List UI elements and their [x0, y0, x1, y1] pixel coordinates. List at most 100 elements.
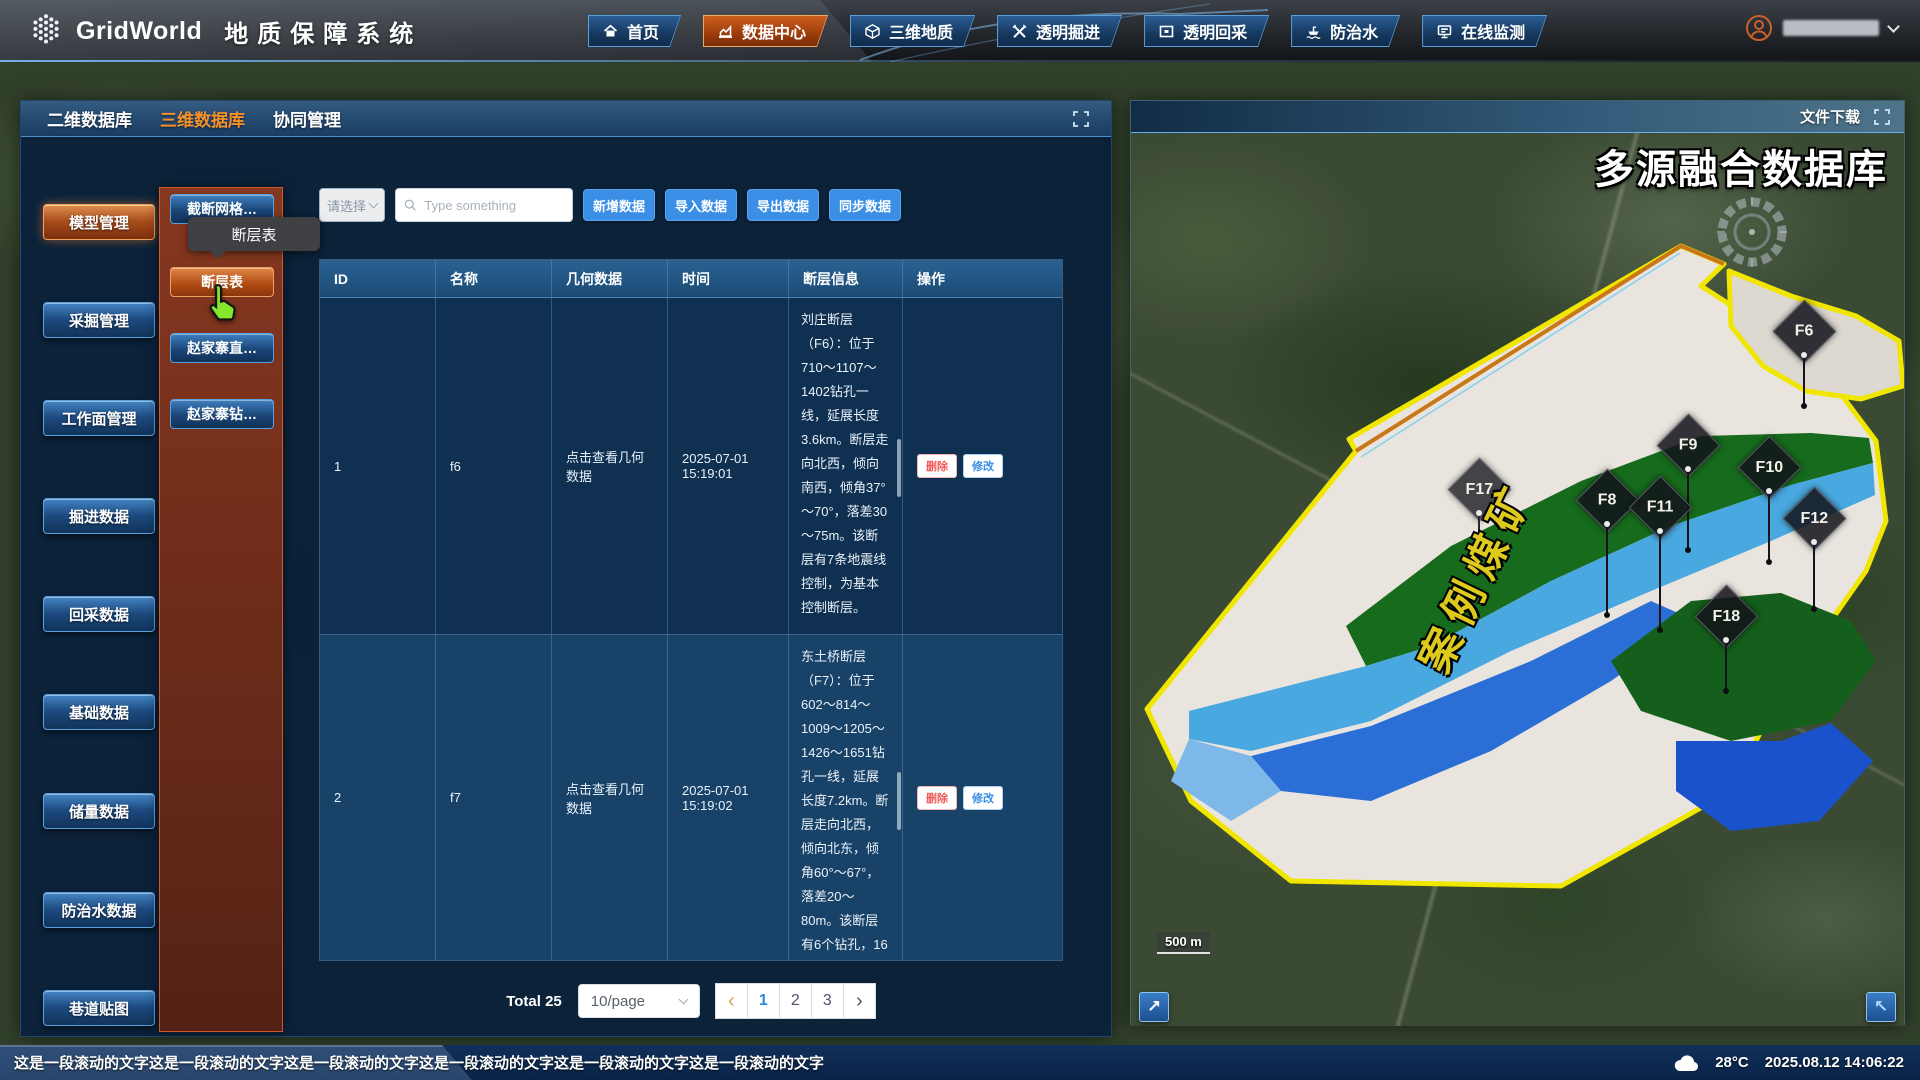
map-header: 文件下载: [1131, 101, 1904, 133]
user-avatar-icon[interactable]: [1745, 14, 1773, 42]
table-toolbar: 请选择 新增数据 导入数据 导出数据 同步数据: [319, 187, 1063, 223]
subpanel-item-zhaojiazhai-zhi[interactable]: 赵家寨直…: [170, 333, 274, 363]
model-subpanel: 截断网格… 断层表 赵家寨直… 赵家寨钻… 断层表: [159, 187, 283, 1032]
marker-stem: [1606, 524, 1608, 616]
fault-marker-f12[interactable]: F12: [1782, 488, 1846, 610]
sidebar-label: 储量数据: [69, 801, 129, 822]
tab-2d-database[interactable]: 二维数据库: [47, 106, 132, 131]
pager: ‹ 1 2 3 ›: [716, 983, 876, 1019]
sidebar-item-mining-management[interactable]: 采掘管理: [43, 302, 155, 338]
sidebar-item-workface-management[interactable]: 工作面管理: [43, 400, 155, 436]
view-geometry-link[interactable]: 点击查看几何数据: [566, 447, 653, 485]
table-row: 2 f7 点击查看几何数据 2025-07-01 15:19:02 东土桥断层（…: [320, 635, 1062, 960]
cell-scrollbar[interactable]: [897, 439, 901, 497]
col-header-fault-info: 断层信息: [789, 260, 903, 297]
subpanel-item-zhaojiazhai-zuan[interactable]: 赵家寨钻…: [170, 399, 274, 429]
col-header-time: 时间: [668, 260, 789, 297]
gridworld-logo-icon: [28, 12, 64, 50]
nav-label: 在线监测: [1461, 19, 1525, 43]
edit-button[interactable]: 修改: [963, 786, 1003, 810]
cell-name: f7: [436, 635, 552, 960]
file-download-button[interactable]: 文件下载: [1800, 106, 1860, 127]
search-input[interactable]: [422, 197, 564, 214]
data-center-icon: [717, 23, 734, 40]
button-label: 导出数据: [757, 196, 809, 215]
excavation-icon: [1011, 23, 1028, 40]
subpanel-label: 赵家寨直…: [187, 338, 257, 358]
add-data-button[interactable]: 新增数据: [583, 189, 655, 221]
prev-page-button[interactable]: ‹: [715, 983, 748, 1019]
nav-item-water-control[interactable]: 防治水: [1291, 15, 1400, 47]
search-box: [395, 188, 573, 222]
cell-actions: 删除 修改: [903, 635, 1064, 960]
cell-time: 2025-07-01 15:19:02: [668, 635, 789, 960]
col-header-id: ID: [320, 260, 436, 297]
pagination-total: Total 25: [506, 993, 562, 1010]
chevron-down-icon[interactable]: [1887, 20, 1900, 33]
page-size-select[interactable]: 10/page: [578, 984, 700, 1018]
nav-item-online-monitoring[interactable]: 在线监测: [1422, 15, 1547, 47]
brand: GridWorld 地质保障系统: [28, 0, 422, 62]
sidebar-item-roadway-map[interactable]: 巷道贴图: [43, 990, 155, 1026]
page-button-1[interactable]: 1: [747, 983, 780, 1019]
delete-button[interactable]: 删除: [917, 454, 957, 478]
cube-icon: [864, 23, 881, 40]
sidebar-item-mining-data[interactable]: 回采数据: [43, 596, 155, 632]
edit-button[interactable]: 修改: [963, 454, 1003, 478]
cell-scrollbar[interactable]: [897, 772, 901, 830]
datetime: 2025.08.12 14:06:22: [1765, 1054, 1904, 1071]
nav-item-transparent-excavation[interactable]: 透明掘进: [997, 15, 1122, 47]
button-label: 导入数据: [675, 196, 727, 215]
map-pan-button-ne[interactable]: ↗: [1139, 992, 1169, 1022]
sidebar-item-excavation-data[interactable]: 掘进数据: [43, 498, 155, 534]
nav-item-3d-geology[interactable]: 三维地质: [850, 15, 975, 47]
col-header-geometry: 几何数据: [552, 260, 668, 297]
fault-marker-f18[interactable]: F18: [1694, 586, 1758, 692]
filter-select-value: 请选择: [327, 196, 366, 215]
fault-marker-f6[interactable]: F6: [1772, 301, 1836, 407]
nav-label: 数据中心: [742, 19, 806, 43]
cursor-hand-icon: [200, 281, 244, 325]
sidebar-item-model-management[interactable]: 模型管理: [43, 204, 155, 240]
sync-data-button[interactable]: 同步数据: [829, 189, 901, 221]
nav-label: 三维地质: [889, 19, 953, 43]
import-data-button[interactable]: 导入数据: [665, 189, 737, 221]
sidebar-item-basic-data[interactable]: 基础数据: [43, 694, 155, 730]
fault-marker-f11[interactable]: F11: [1628, 477, 1692, 631]
user-area[interactable]: [1745, 14, 1898, 42]
tab-3d-database[interactable]: 三维数据库: [160, 106, 245, 131]
table-row: 1 f6 点击查看几何数据 2025-07-01 15:19:01 刘庄断层（F…: [320, 298, 1062, 635]
weather-datetime: 28°C 2025.08.12 14:06:22: [1673, 1045, 1904, 1080]
home-icon: [602, 23, 619, 40]
main-nav: 首页 数据中心 三维地质 透明掘进 透明回采 防治水: [588, 15, 1547, 47]
map-panel: 文件下载: [1130, 100, 1905, 1025]
temperature: 28°C: [1715, 1054, 1749, 1071]
filter-select[interactable]: 请选择: [319, 188, 385, 222]
page-button-3[interactable]: 3: [811, 983, 844, 1019]
marker-stem: [1768, 491, 1770, 563]
page-button-2[interactable]: 2: [779, 983, 812, 1019]
nav-item-transparent-mining[interactable]: 透明回采: [1144, 15, 1269, 47]
export-data-button[interactable]: 导出数据: [747, 189, 819, 221]
sidebar-item-water-control-data[interactable]: 防治水数据: [43, 892, 155, 928]
nav-item-home[interactable]: 首页: [588, 15, 681, 47]
status-bar: 这是一段滚动的文字这是一段滚动的文字这是一段滚动的文字这是一段滚动的文字这是一段…: [0, 1045, 1920, 1080]
nav-label: 防治水: [1330, 19, 1378, 43]
map-expand-icon[interactable]: [1874, 109, 1890, 125]
map-3d-view[interactable]: F6 F9 F10 F8 F11: [1131, 133, 1904, 1026]
tab-collaboration[interactable]: 协同管理: [273, 106, 341, 131]
delete-button[interactable]: 删除: [917, 786, 957, 810]
scrolling-notice: 这是一段滚动的文字这是一段滚动的文字这是一段滚动的文字这是一段滚动的文字这是一段…: [14, 1045, 824, 1080]
compass-control[interactable]: [1713, 193, 1791, 271]
sidebar-item-reserve-data[interactable]: 储量数据: [43, 793, 155, 829]
panel-expand-icon[interactable]: [1073, 111, 1089, 127]
view-geometry-link[interactable]: 点击查看几何数据: [566, 779, 653, 817]
button-label: 同步数据: [839, 196, 891, 215]
next-page-button[interactable]: ›: [843, 983, 876, 1019]
map-pan-button-nw[interactable]: ↖: [1866, 992, 1896, 1022]
top-bar: GridWorld 地质保障系统 首页 数据中心 三维地质 透明掘进: [0, 0, 1920, 62]
nav-label: 透明掘进: [1036, 19, 1100, 43]
mining-icon: [1158, 23, 1175, 40]
marker-stem: [1725, 640, 1727, 692]
nav-item-data-center[interactable]: 数据中心: [703, 15, 828, 47]
